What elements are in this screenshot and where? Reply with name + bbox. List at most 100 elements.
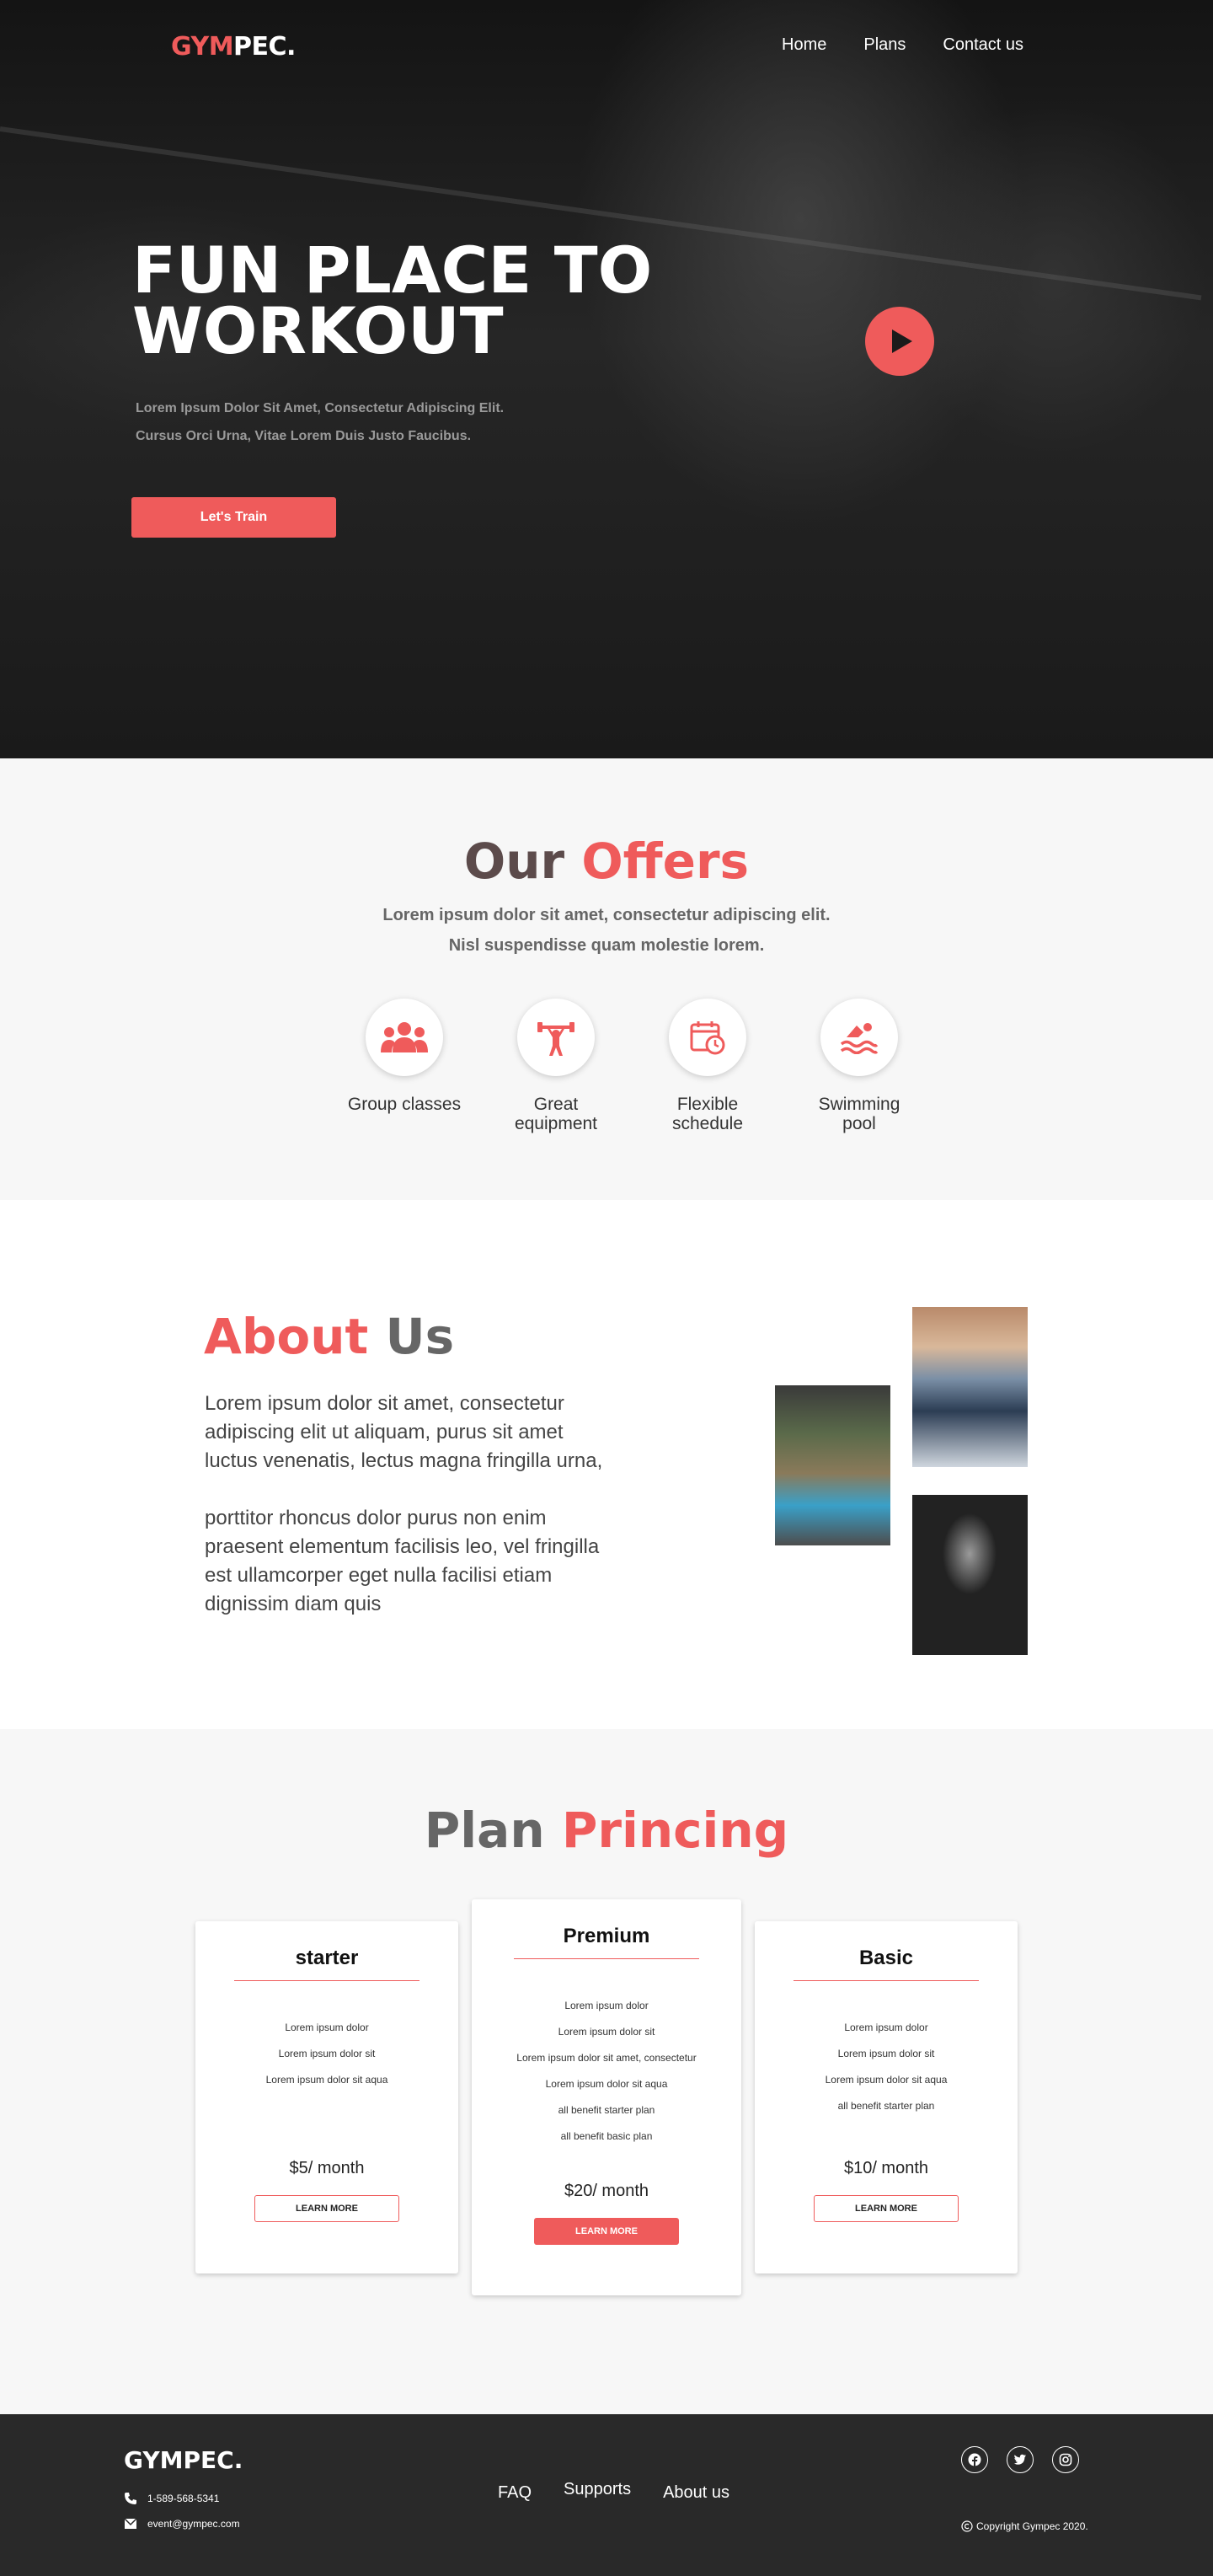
offer-icon-circle (820, 999, 898, 1076)
email-icon (124, 2518, 137, 2529)
nav-link-contact[interactable]: Contact us (943, 35, 1023, 55)
offer-great-equipment[interactable]: Great equipment (480, 999, 632, 1133)
offers-desc-line2: Nisl suspendisse quam molestie lorem. (448, 936, 765, 955)
instagram-icon (1059, 2453, 1072, 2466)
footer-link-about[interactable]: About us (663, 2483, 729, 2503)
offer-label-line1: Great (533, 1095, 579, 1114)
play-video-button[interactable] (865, 307, 934, 376)
offer-label: Swimming pool (783, 1095, 935, 1133)
lets-train-button[interactable]: Let's Train (131, 497, 336, 538)
top-nav: GYMPEC. Home Plans Contact us (0, 0, 1213, 97)
offers-list: Group classes Great equipment Flexible s… (329, 999, 935, 1133)
plan-card-starter: starter Lorem ipsum dolor Lorem ipsum do… (195, 1921, 458, 2273)
logo-white-part: PEC. (233, 32, 296, 62)
plan-feature: Lorem ipsum dolor (564, 2000, 649, 2011)
about-title-part2: Us (385, 1308, 455, 1365)
plan-divider (514, 1958, 699, 1959)
plan-feature: all benefit starter plan (558, 2104, 655, 2116)
pricing-title: Plan Princing (0, 1802, 1213, 1859)
offer-label: Great equipment (480, 1095, 632, 1133)
nav-link-home[interactable]: Home (782, 35, 826, 55)
twitter-link[interactable] (1007, 2446, 1034, 2473)
social-links (961, 2446, 1079, 2473)
footer-logo[interactable]: GYMPEC. (124, 2446, 243, 2474)
offer-icon-circle (517, 999, 595, 1076)
nav-links: Home Plans Contact us (782, 35, 1023, 55)
footer-phone-text: 1-589-568-5341 (147, 2493, 220, 2504)
plan-card-premium: Premium Lorem ipsum dolor Lorem ipsum do… (472, 1899, 741, 2295)
plan-price: $20/ month (564, 2182, 649, 2200)
about-paragraph-2: porttitor rhoncus dolor purus non enim p… (205, 1507, 600, 1615)
offer-label: Flexible schedule (632, 1095, 783, 1133)
plan-name: Basic (858, 1947, 914, 1969)
schedule-icon (690, 1021, 725, 1055)
offers-description: Lorem ipsum dolor sit amet, consectetur … (0, 900, 1213, 961)
footer: GYMPEC. 1-589-568-5341 event@gympec.com … (0, 2414, 1213, 2576)
copyright-text: Copyright Gympec 2020. (976, 2520, 1088, 2532)
plan-feature: Lorem ipsum dolor sit (558, 2026, 655, 2038)
about-image-stretching (912, 1307, 1028, 1467)
group-icon (381, 1022, 428, 1052)
offer-label-line1: Swimming (818, 1095, 900, 1114)
hero-section: GYMPEC. Home Plans Contact us FUN PLACE … (0, 0, 1213, 758)
offer-label-line1: Group classes (347, 1095, 462, 1114)
footer-link-faq[interactable]: FAQ (498, 2483, 532, 2503)
facebook-icon (968, 2453, 981, 2466)
offers-title-part2: Offers (581, 833, 750, 890)
offers-title-part1: Our (463, 833, 565, 890)
instagram-link[interactable] (1052, 2446, 1079, 2473)
plan-divider (794, 1980, 979, 1981)
about-image-pullup (912, 1495, 1028, 1655)
plan-divider (234, 1980, 419, 1981)
offer-label: Group classes (329, 1095, 480, 1114)
offer-flexible-schedule[interactable]: Flexible schedule (632, 999, 783, 1133)
footer-phone: 1-589-568-5341 (124, 2492, 219, 2505)
about-title-part1: About (204, 1308, 369, 1365)
hero-subtitle: Lorem Ipsum Dolor Sit Amet, Consectetur … (136, 394, 574, 450)
plan-feature: Lorem ipsum dolor sit aqua (545, 2078, 668, 2090)
copyright: Copyright Gympec 2020. (961, 2520, 1088, 2532)
about-text: Lorem ipsum dolor sit amet, consectetur … (205, 1390, 617, 1619)
footer-email-text[interactable]: event@gympec.com (147, 2518, 240, 2530)
plan-features: Lorem ipsum dolor Lorem ipsum dolor sit … (472, 1993, 741, 2150)
plan-feature: Lorem ipsum dolor sit (278, 2048, 376, 2059)
about-title: About Us (204, 1308, 454, 1365)
about-paragraph-1: Lorem ipsum dolor sit amet, consectetur … (205, 1392, 603, 1472)
learn-more-button-starter[interactable]: LEARN MORE (254, 2195, 399, 2222)
offer-group-classes[interactable]: Group classes (329, 999, 480, 1133)
facebook-link[interactable] (961, 2446, 988, 2473)
offer-label-line2: pool (842, 1114, 876, 1133)
logo-red-part: GYM (171, 32, 234, 62)
twitter-icon (1013, 2454, 1026, 2465)
learn-more-button-basic[interactable]: LEARN MORE (814, 2195, 959, 2222)
about-section: About Us Lorem ipsum dolor sit amet, con… (0, 1200, 1213, 1729)
weightlifter-icon (537, 1022, 574, 1056)
hero-title: FUN PLACE TO WORKOUT (132, 238, 722, 363)
plan-feature: Lorem ipsum dolor sit amet, consectetur (516, 2052, 697, 2064)
plan-card-basic: Basic Lorem ipsum dolor Lorem ipsum dolo… (755, 1921, 1018, 2273)
offer-label-line2: schedule (671, 1114, 744, 1133)
swimming-icon (840, 1023, 879, 1054)
offers-section: Our Offers Lorem ipsum dolor sit amet, c… (0, 758, 1213, 1200)
offer-swimming-pool[interactable]: Swimming pool (783, 999, 935, 1133)
nav-link-plans[interactable]: Plans (863, 35, 906, 55)
logo[interactable]: GYMPEC. (171, 32, 296, 62)
pricing-title-part1: Plan (424, 1802, 545, 1859)
play-icon (892, 329, 912, 353)
learn-more-button-premium[interactable]: LEARN MORE (534, 2218, 679, 2245)
hero-background-image (0, 0, 1213, 758)
footer-link-supports[interactable]: Supports (564, 2480, 631, 2503)
offer-label-line1: Flexible (676, 1095, 739, 1114)
plan-price: $10/ month (843, 2159, 929, 2177)
plan-feature: all benefit basic plan (560, 2130, 653, 2142)
offer-label-line2: equipment (514, 1114, 598, 1133)
plan-features: Lorem ipsum dolor Lorem ipsum dolor sit … (755, 2015, 1018, 2119)
plan-price: $5/ month (289, 2159, 365, 2177)
plan-features: Lorem ipsum dolor Lorem ipsum dolor sit … (195, 2015, 458, 2093)
hero-subtitle-line2: Cursus Orci Urna, Vitae Lorem Duis Justo… (136, 429, 472, 443)
plan-feature: Lorem ipsum dolor sit aqua (265, 2074, 388, 2086)
phone-icon (125, 2493, 136, 2504)
offer-icon-circle (669, 999, 746, 1076)
plan-feature: Lorem ipsum dolor (844, 2022, 928, 2033)
pricing-title-part2: Princing (561, 1802, 789, 1859)
